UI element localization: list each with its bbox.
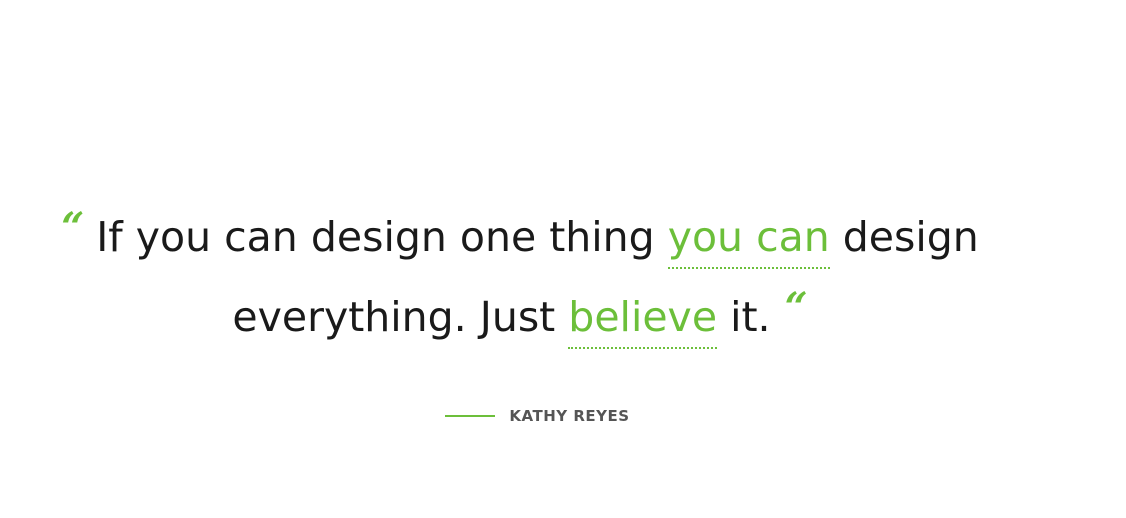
open-quote-mark-icon: “ [61, 204, 85, 251]
author-divider-line [445, 414, 496, 417]
testimonial-quote: “If you can design one thing you can des… [0, 188, 1040, 349]
quote-line-2: everything. Just believe it. “ [0, 268, 1040, 349]
quote-text-segment: it. [717, 293, 771, 341]
quote-text-segment: design [829, 213, 979, 261]
author-name: KATHY REYES [509, 406, 630, 425]
quote-text-segment: If you can design one thing [96, 213, 668, 261]
quote-line-1: “If you can design one thing you can des… [0, 188, 1040, 269]
close-quote-mark-icon: “ [784, 284, 808, 331]
quote-author: KATHY REYES [0, 404, 1075, 426]
quote-highlight: you can [667, 213, 830, 269]
quote-highlight: believe [568, 293, 718, 349]
quote-text-segment: everything. Just [232, 293, 569, 341]
